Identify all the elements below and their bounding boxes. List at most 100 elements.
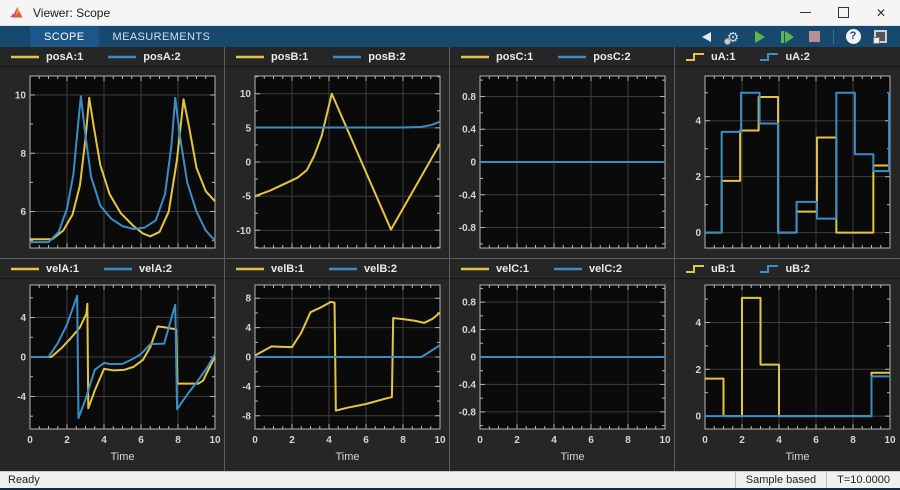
tab-scope[interactable]: SCOPE (30, 26, 99, 47)
tab-measurements[interactable]: MEASUREMENTS (99, 26, 225, 47)
svg-text:4: 4 (326, 435, 332, 446)
help-button[interactable]: ? (843, 28, 863, 46)
maximize-button[interactable] (824, 0, 862, 25)
legend-label: posA:2 (143, 51, 180, 63)
legend-item-posB-1[interactable]: posB:1 (235, 51, 308, 63)
legend-label: velC:1 (496, 263, 529, 275)
svg-text:-0.8: -0.8 (459, 407, 477, 418)
scope-display-grid: posA:1posA:26810posB:1posB:2-10-50510pos… (0, 47, 900, 471)
tab-bar: SCOPE MEASUREMENTS (0, 26, 224, 47)
legend-item-uA-2[interactable]: uA:2 (759, 51, 809, 63)
svg-text:0: 0 (702, 435, 708, 446)
plot-posC[interactable]: -0.8-0.400.40.8 (450, 67, 674, 259)
minimize-icon (800, 12, 811, 13)
scope-panel-posC: posC:1posC:2-0.8-0.400.40.8 (450, 47, 675, 259)
toolstrip: SCOPE MEASUREMENTS ⚙ ? (0, 26, 900, 47)
svg-text:2: 2 (739, 435, 745, 446)
svg-text:10: 10 (15, 90, 27, 101)
step-back-button[interactable] (696, 28, 716, 46)
minimize-button[interactable] (786, 0, 824, 25)
legend-velB: velB:1 velB:2 (225, 259, 449, 279)
status-bar: Ready Sample based T=10.0000 (0, 471, 900, 488)
legend-label: posC:1 (496, 51, 533, 63)
legend-label: velC:2 (589, 263, 622, 275)
legend-label: posB:1 (271, 51, 308, 63)
titlebar: Viewer: Scope ✕ (0, 0, 900, 26)
svg-text:10: 10 (659, 435, 671, 446)
plot-velB[interactable]: -8-40480246810Time (225, 279, 449, 471)
svg-text:0: 0 (245, 353, 251, 364)
status-sample-mode: Sample based (735, 472, 826, 488)
legend-item-posC-1[interactable]: posC:1 (460, 51, 533, 63)
svg-text:6: 6 (20, 207, 26, 218)
svg-text:8: 8 (20, 149, 26, 160)
status-right: Sample based T=10.0000 (735, 472, 900, 488)
svg-text:4: 4 (101, 435, 107, 446)
svg-text:2: 2 (695, 365, 701, 376)
svg-text:0: 0 (695, 228, 701, 239)
legend-item-posB-2[interactable]: posB:2 (332, 51, 405, 63)
plot-velC[interactable]: -0.8-0.400.40.80246810Time (450, 279, 674, 471)
svg-text:10: 10 (434, 435, 446, 446)
legend-label: uA:1 (711, 51, 735, 63)
svg-text:-4: -4 (17, 392, 26, 403)
svg-text:10: 10 (240, 89, 252, 100)
window-title: Viewer: Scope (33, 6, 110, 20)
svg-text:-0.4: -0.4 (459, 380, 477, 391)
scope-panel-posB: posB:1posB:2-10-50510 (225, 47, 450, 259)
legend-item-velA-2[interactable]: velA:2 (103, 263, 172, 275)
legend-item-velC-2[interactable]: velC:2 (553, 263, 622, 275)
run-button[interactable] (750, 28, 770, 46)
maximize-icon (838, 7, 849, 18)
legend-velA: velA:1 velA:2 (0, 259, 224, 279)
legend-label: posA:1 (46, 51, 83, 63)
svg-text:0.8: 0.8 (462, 298, 476, 309)
svg-text:0: 0 (252, 435, 258, 446)
legend-item-velC-1[interactable]: velC:1 (460, 263, 529, 275)
legend-item-posA-1[interactable]: posA:1 (10, 51, 83, 63)
plot-posA[interactable]: 6 8 10 (0, 67, 224, 259)
line-swatch-icon (557, 51, 587, 63)
stop-icon (809, 31, 820, 42)
line-swatch-icon (328, 263, 358, 275)
svg-text:0.8: 0.8 (462, 92, 476, 103)
simulation-settings-button[interactable]: ⚙ (723, 28, 743, 46)
svg-text:2: 2 (514, 435, 520, 446)
close-icon: ✕ (876, 7, 886, 19)
legend-item-uB-1[interactable]: uB:1 (685, 263, 735, 275)
plot-velA[interactable]: -4040246810Time (0, 279, 224, 471)
svg-text:Time: Time (785, 451, 809, 463)
legend-item-posC-2[interactable]: posC:2 (557, 51, 630, 63)
legend-label: velA:2 (139, 263, 172, 275)
legend-label: posB:2 (368, 51, 405, 63)
legend-item-velA-1[interactable]: velA:1 (10, 263, 79, 275)
legend-item-velB-1[interactable]: velB:1 (235, 263, 304, 275)
stop-button[interactable] (804, 28, 824, 46)
svg-text:4: 4 (695, 116, 701, 127)
plot-uA[interactable]: 024 (675, 67, 899, 259)
svg-text:10: 10 (209, 435, 221, 446)
svg-text:-5: -5 (242, 192, 251, 203)
plot-posB[interactable]: -10-50510 (225, 67, 449, 259)
run-icon (755, 31, 765, 43)
svg-text:-8: -8 (242, 411, 251, 422)
close-button[interactable]: ✕ (862, 0, 900, 25)
svg-text:Time: Time (110, 451, 134, 463)
step-forward-button[interactable] (777, 28, 797, 46)
svg-text:6: 6 (588, 435, 594, 446)
legend-item-uA-1[interactable]: uA:1 (685, 51, 735, 63)
stair-swatch-icon (759, 263, 779, 275)
scope-panel-velB: velB:1velB:2-8-40480246810Time (225, 259, 450, 471)
legend-item-velB-2[interactable]: velB:2 (328, 263, 397, 275)
svg-text:5: 5 (245, 123, 251, 134)
svg-text:10: 10 (884, 435, 896, 446)
svg-text:-0.4: -0.4 (459, 190, 477, 201)
legend-item-uB-2[interactable]: uB:2 (759, 263, 809, 275)
svg-text:4: 4 (20, 313, 26, 324)
highlight-block-icon (874, 30, 887, 43)
line-swatch-icon (235, 51, 265, 63)
legend-item-posA-2[interactable]: posA:2 (107, 51, 180, 63)
highlight-block-button[interactable] (870, 28, 890, 46)
plot-uB[interactable]: 0240246810Time (675, 279, 899, 471)
svg-text:4: 4 (776, 435, 782, 446)
